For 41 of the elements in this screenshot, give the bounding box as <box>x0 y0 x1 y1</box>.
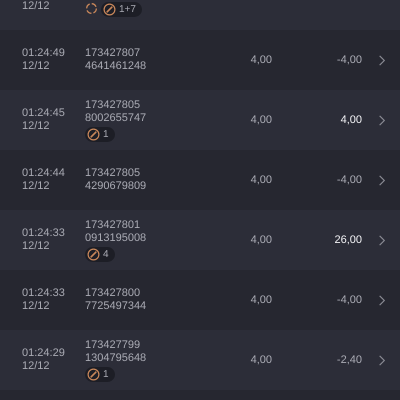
ticket-id: 1304795648 <box>85 352 148 364</box>
date-text: 12/12 <box>22 300 51 313</box>
date-text: 12/12 <box>22 0 51 13</box>
payout-amount: -4,00 <box>336 54 362 66</box>
time-text: 01:24:29 <box>22 347 66 360</box>
payout-amount: -4,00 <box>336 294 362 306</box>
date-text: 12/12 <box>22 180 51 193</box>
ticket-id: 173427799 <box>85 338 142 352</box>
ticket-id: 0913195008 <box>85 232 148 244</box>
payout-amount: 26,00 <box>334 234 362 246</box>
stake-amount: 4,00 <box>250 294 272 306</box>
time-text: 01:24:33 <box>22 227 66 240</box>
stake-amount: 4,00 <box>250 234 272 246</box>
ticket-id: 4641461248 <box>85 60 148 73</box>
count-badge: 1 <box>85 366 115 382</box>
count-badge: 1 <box>85 126 115 142</box>
time-text: 01:24:45 <box>22 107 66 120</box>
stake-amount: 4,00 <box>250 114 272 126</box>
time-text: 01:24:49 <box>22 47 66 60</box>
time-text: 01:24:33 <box>22 287 66 300</box>
date-text: 12/12 <box>22 360 51 373</box>
stake-amount: 4,00 <box>250 54 272 66</box>
time-text: 01:24:44 <box>22 167 66 180</box>
stake-amount: 4,00 <box>250 174 272 186</box>
ticket-id: 8002655747 <box>85 112 148 124</box>
date-text: 12/12 <box>22 60 51 73</box>
count-badge: 4 <box>85 246 115 262</box>
ticket-id: 173427805 <box>85 98 142 112</box>
ticket-id: 173427800 <box>85 287 142 300</box>
ticket-id: 173427807 <box>85 47 142 60</box>
ticket-id: 173427801 <box>85 218 142 232</box>
payout-amount: -4,00 <box>336 174 362 186</box>
date-text: 12/12 <box>22 240 51 253</box>
stake-amount: 4,00 <box>250 354 272 366</box>
date-text: 12/12 <box>22 120 51 133</box>
payout-amount: 4,00 <box>340 114 362 126</box>
ticket-id: 4290679809 <box>85 180 148 193</box>
ticket-id: 173427805 <box>85 167 142 180</box>
count-badge: 1+7 <box>101 2 142 17</box>
ticket-id: 7725497344 <box>85 300 148 313</box>
payout-amount: -2,40 <box>336 354 362 366</box>
